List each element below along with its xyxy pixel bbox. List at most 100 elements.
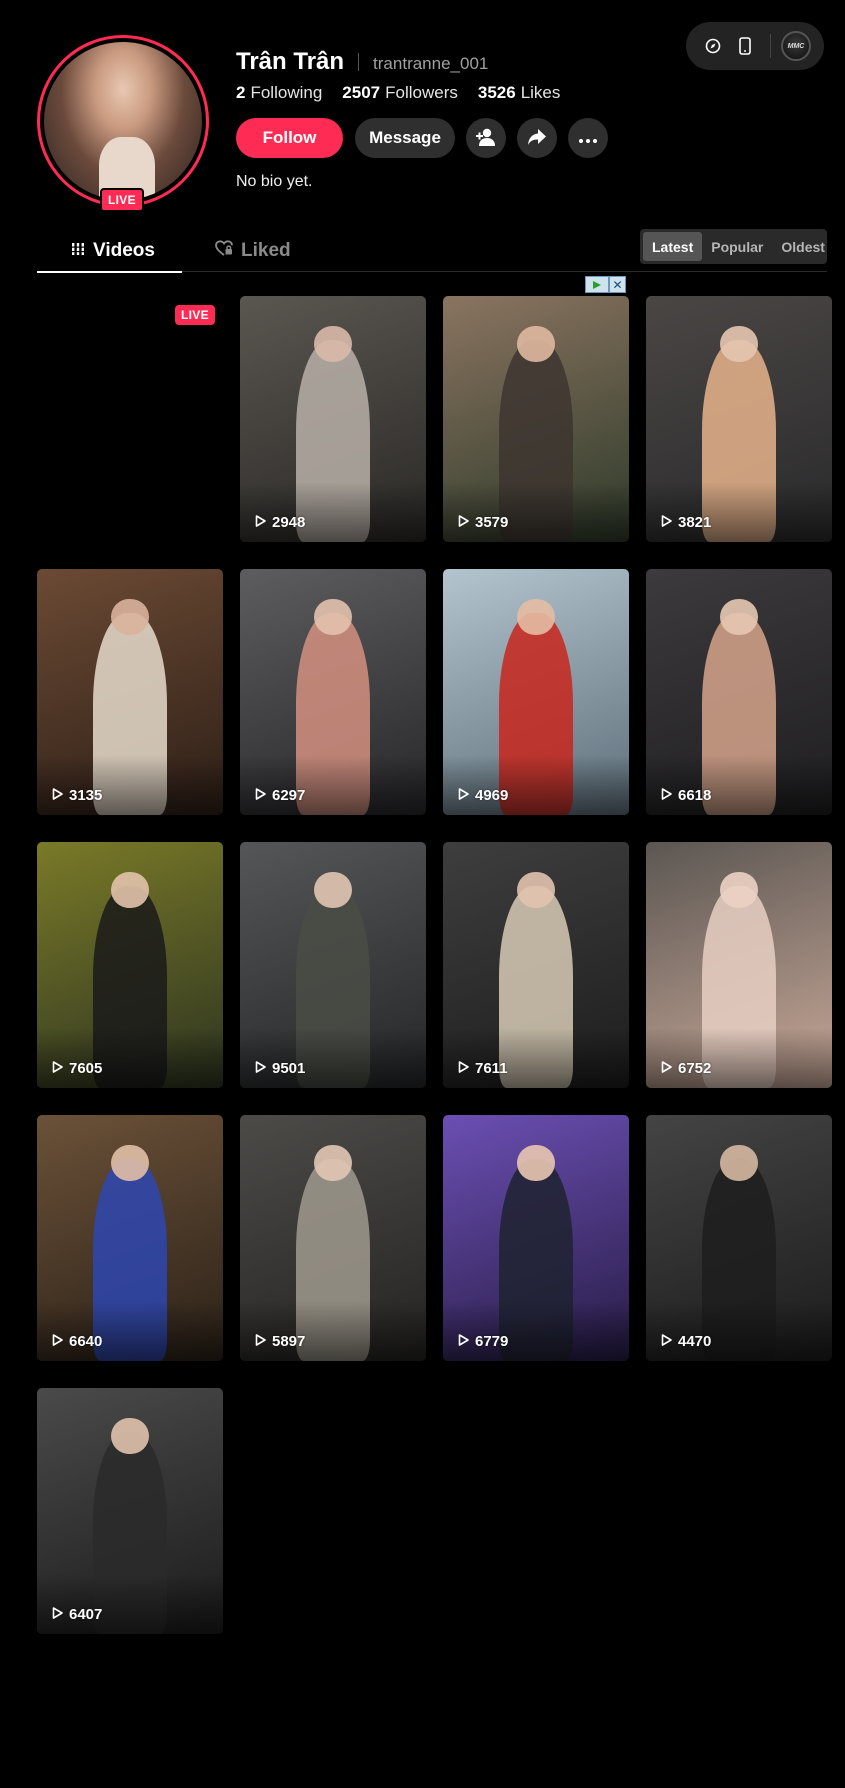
compass-icon[interactable] bbox=[700, 33, 726, 59]
video-card[interactable]: 3821 bbox=[646, 296, 832, 542]
toolbar-divider bbox=[770, 34, 771, 58]
view-count: 9501 bbox=[255, 1060, 305, 1077]
view-count: 6779 bbox=[458, 1333, 508, 1350]
video-card[interactable]: 4969 bbox=[443, 569, 629, 815]
play-icon bbox=[52, 1060, 63, 1077]
video-card[interactable]: 7605 bbox=[37, 842, 223, 1088]
video-card[interactable]: 4470 bbox=[646, 1115, 832, 1361]
thumbnail-head bbox=[111, 1144, 149, 1182]
phone-icon[interactable] bbox=[732, 33, 758, 59]
view-count-value: 6618 bbox=[678, 787, 712, 804]
play-icon bbox=[458, 1060, 469, 1077]
view-count-value: 2948 bbox=[272, 514, 306, 531]
share-icon bbox=[527, 128, 547, 149]
play-icon bbox=[255, 1060, 266, 1077]
sort-oldest[interactable]: Oldest bbox=[772, 232, 834, 261]
share-button[interactable] bbox=[517, 118, 557, 158]
thumbnail-head bbox=[111, 598, 149, 636]
sort-latest[interactable]: Latest bbox=[643, 232, 703, 261]
play-icon bbox=[458, 514, 469, 531]
stat-followers[interactable]: 2507 Followers bbox=[342, 83, 458, 103]
sort-popular[interactable]: Popular bbox=[702, 232, 772, 261]
view-count-value: 6407 bbox=[69, 1606, 103, 1623]
play-icon bbox=[661, 1060, 672, 1077]
ad-close-icon[interactable]: ✕ bbox=[609, 276, 626, 293]
thumbnail-shade bbox=[646, 1301, 832, 1361]
video-card[interactable]: 6779 bbox=[443, 1115, 629, 1361]
view-count: 3579 bbox=[458, 514, 508, 531]
view-count-value: 7605 bbox=[69, 1060, 103, 1077]
tab-liked-label: Liked bbox=[241, 240, 291, 261]
thumbnail-head bbox=[517, 1144, 555, 1182]
thumbnail-head bbox=[720, 871, 758, 909]
stat-following[interactable]: 2 Following bbox=[236, 83, 322, 103]
thumbnail-shade bbox=[37, 1574, 223, 1634]
video-card[interactable]: 6752 bbox=[646, 842, 832, 1088]
view-count-value: 3579 bbox=[475, 514, 509, 531]
thumbnail-head bbox=[314, 1144, 352, 1182]
profile-bio: No bio yet. bbox=[236, 173, 313, 190]
grid-icon bbox=[71, 240, 85, 262]
view-count-value: 6640 bbox=[69, 1333, 103, 1350]
thumbnail-head bbox=[720, 1144, 758, 1182]
stat-likes: 3526 Likes bbox=[478, 83, 561, 103]
video-card[interactable]: 6297 bbox=[240, 569, 426, 815]
tab-videos-label: Videos bbox=[93, 240, 155, 261]
video-card[interactable]: 3579 bbox=[443, 296, 629, 542]
live-badge[interactable]: LIVE bbox=[175, 305, 215, 325]
video-card[interactable]: 3135 bbox=[37, 569, 223, 815]
play-icon bbox=[52, 1333, 63, 1350]
add-friend-button[interactable] bbox=[466, 118, 506, 158]
video-card[interactable]: 2948 bbox=[240, 296, 426, 542]
view-count-value: 6752 bbox=[678, 1060, 712, 1077]
ad-info-icon[interactable] bbox=[585, 276, 609, 293]
heart-lock-icon bbox=[215, 240, 233, 262]
play-icon bbox=[458, 1333, 469, 1350]
thumbnail-shade bbox=[37, 755, 223, 815]
view-count: 2948 bbox=[255, 514, 305, 531]
video-card[interactable]: 9501 bbox=[240, 842, 426, 1088]
thumbnail-shade bbox=[37, 1028, 223, 1088]
view-count: 4969 bbox=[458, 787, 508, 804]
view-count-value: 3135 bbox=[69, 787, 103, 804]
tab-videos[interactable]: Videos bbox=[71, 230, 155, 272]
profile-actions: Follow Message bbox=[236, 118, 608, 158]
view-count-value: 9501 bbox=[272, 1060, 306, 1077]
message-button[interactable]: Message bbox=[355, 118, 455, 158]
thumbnail-shade bbox=[646, 755, 832, 815]
active-tab-indicator bbox=[37, 271, 182, 273]
follow-button[interactable]: Follow bbox=[236, 118, 343, 158]
more-button[interactable] bbox=[568, 118, 608, 158]
view-count-value: 7611 bbox=[475, 1060, 508, 1077]
avatar-live-badge[interactable]: LIVE bbox=[100, 188, 144, 212]
view-count: 4470 bbox=[661, 1333, 711, 1350]
profile-avatar[interactable] bbox=[37, 35, 209, 207]
view-count: 6618 bbox=[661, 787, 711, 804]
stat-label: Followers bbox=[385, 83, 458, 102]
thumbnail-shade bbox=[240, 482, 426, 542]
tab-liked[interactable]: Liked bbox=[215, 230, 291, 272]
ad-choices: ✕ bbox=[585, 276, 626, 293]
view-count: 6640 bbox=[52, 1333, 102, 1350]
view-count-value: 3821 bbox=[678, 514, 712, 531]
thumbnail-shade bbox=[443, 755, 629, 815]
user-avatar[interactable]: MMC bbox=[781, 31, 811, 61]
view-count: 6752 bbox=[661, 1060, 711, 1077]
avatar-image bbox=[44, 42, 202, 200]
video-card[interactable]: 5897 bbox=[240, 1115, 426, 1361]
view-count-value: 6297 bbox=[272, 787, 306, 804]
sort-selector: Latest Popular Oldest bbox=[640, 229, 827, 264]
top-toolbar: MMC bbox=[686, 22, 824, 70]
video-card[interactable]: 6640 bbox=[37, 1115, 223, 1361]
thumbnail-shade bbox=[443, 1301, 629, 1361]
view-count-value: 4969 bbox=[475, 787, 509, 804]
video-card[interactable]: 6407 bbox=[37, 1388, 223, 1634]
play-icon bbox=[458, 787, 469, 804]
video-card[interactable]: 7611 bbox=[443, 842, 629, 1088]
stat-label: Following bbox=[250, 83, 323, 102]
more-icon bbox=[579, 131, 597, 146]
view-count-value: 6779 bbox=[475, 1333, 509, 1350]
video-card[interactable]: 6618 bbox=[646, 569, 832, 815]
display-name: Trân Trân bbox=[236, 48, 345, 75]
thumbnail-shade bbox=[443, 482, 629, 542]
